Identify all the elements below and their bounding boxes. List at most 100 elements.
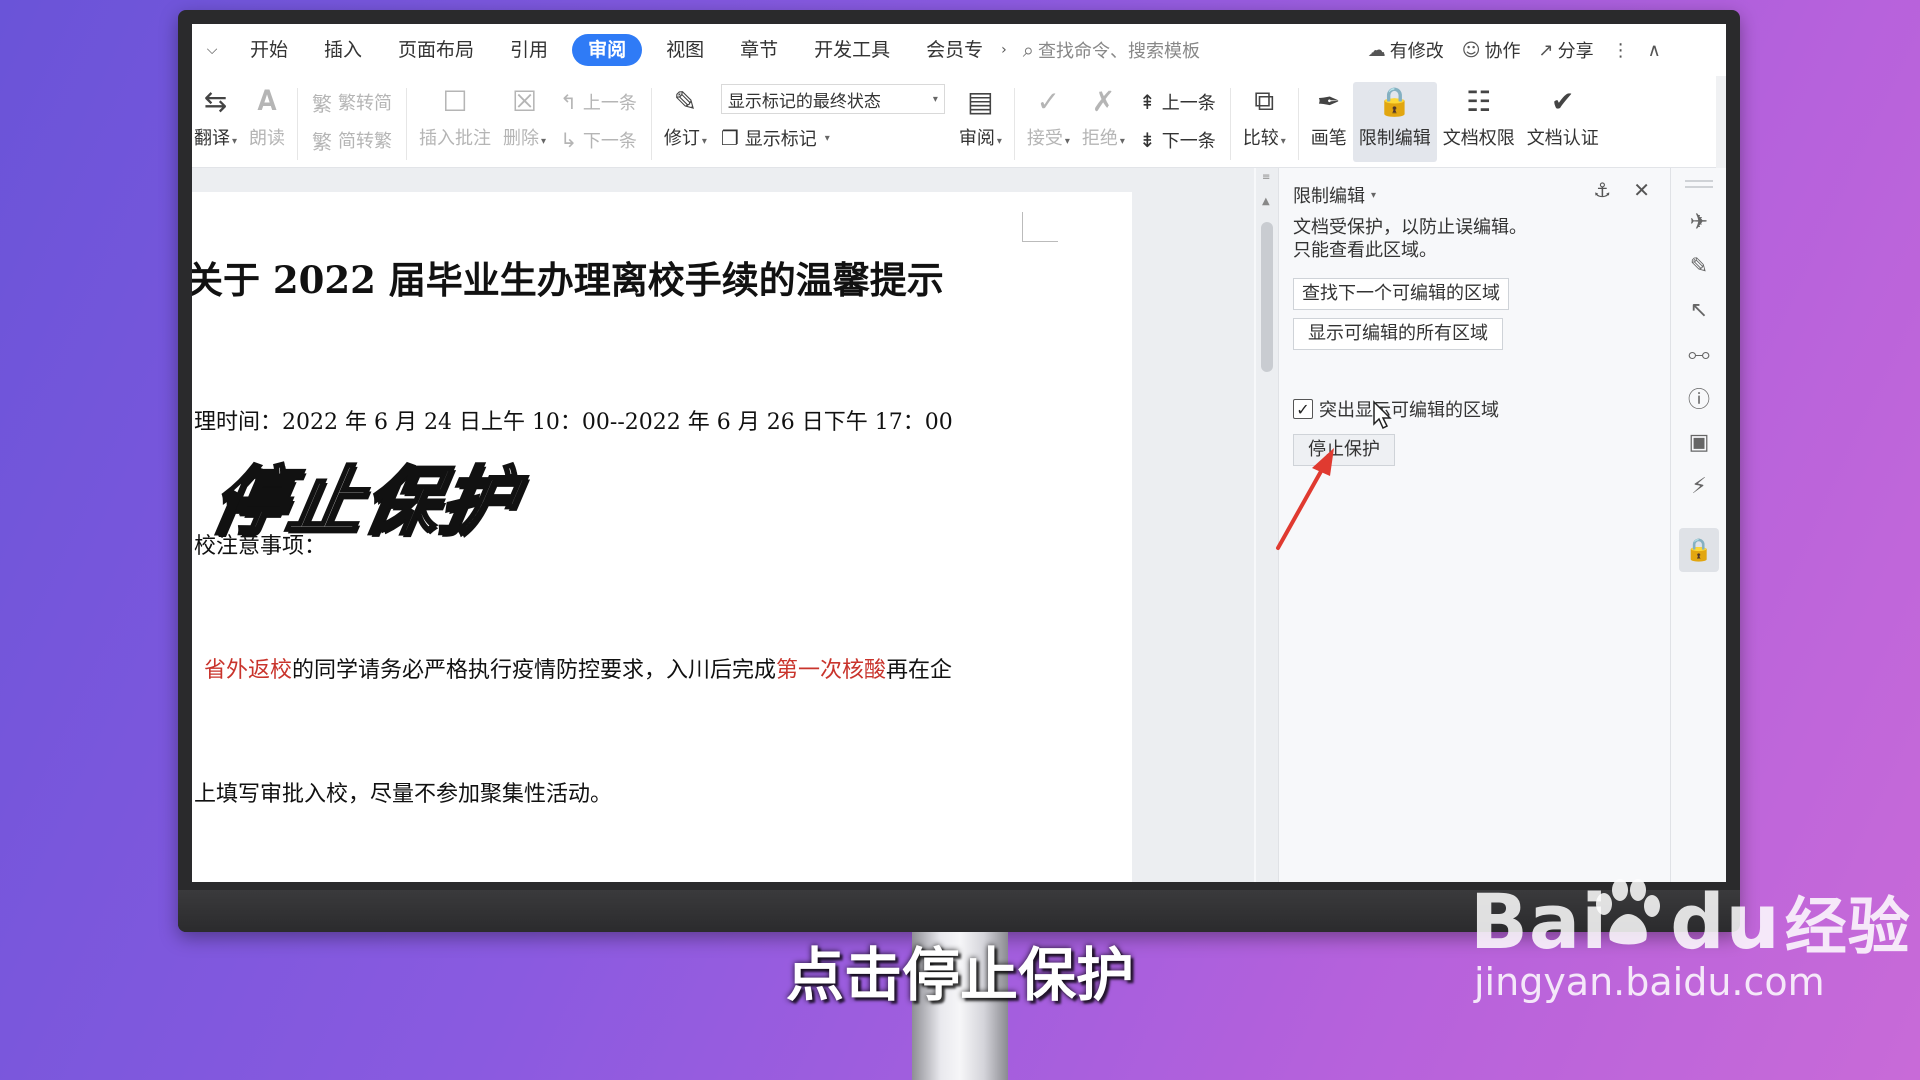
show-markup-button[interactable]: ❐ 显示标记 ▾ (721, 124, 945, 152)
menu-bar: ⌵ 开始 插入 页面布局 引用 审阅 视图 章节 开发工具 会员专 › ⌕ 查找… (192, 24, 1726, 76)
scroll-up-icon[interactable]: ▲ (1262, 196, 1270, 207)
prev-change-button[interactable]: ⇞ 上一条 (1139, 88, 1216, 116)
sliders-icon[interactable]: ⧟ (1685, 340, 1713, 368)
chevron-down-icon[interactable]: ⌵ (192, 42, 232, 58)
image-icon[interactable]: ▣ (1685, 428, 1713, 456)
watermark-du: du (1670, 877, 1781, 966)
markup-state-value: 显示标记的最终状态 (727, 91, 881, 112)
tab-member[interactable]: 会员专 (908, 34, 1001, 66)
read-aloud-button[interactable]: 𝐀 朗读 (243, 82, 291, 162)
comment-nav-group: ↰ 上一条 ↳ 下一条 (552, 82, 645, 154)
scroll-split-icon[interactable]: ≡ (1262, 172, 1270, 183)
highlight-text: 省外返校 (204, 658, 293, 683)
prev-comment-button[interactable]: ↰ 上一条 (560, 88, 637, 116)
next-comment-button[interactable]: ↳ 下一条 (560, 126, 637, 154)
divider (406, 88, 408, 160)
compare-button[interactable]: ⧉ 比较 ▾ (1237, 82, 1292, 162)
show-markup-label: 显示标记 (744, 129, 817, 150)
doc-permission-button[interactable]: ☷ 文档权限 (1437, 82, 1521, 162)
trad-to-simp-button[interactable]: 繁繁转简 (312, 88, 392, 116)
search-placeholder: 查找命令、搜索模板 (1037, 41, 1200, 62)
baidu-watermark: Bai du经验 jingyan.baidu.com (1470, 876, 1911, 1004)
pointer-icon[interactable]: ↖ (1685, 296, 1713, 324)
page-margin-marker (1022, 212, 1058, 242)
lightning-icon[interactable]: ⚡ (1685, 472, 1713, 500)
divider (1297, 88, 1299, 160)
panel-description: 文档受保护，以防止误编辑。 只能查看此区域。 (1293, 216, 1527, 262)
find-next-editable-button[interactable]: 查找下一个可编辑的区域 (1293, 278, 1509, 310)
tab-review[interactable]: 审阅 (572, 34, 643, 66)
revise-button[interactable]: ✎ 修订 ▾ (658, 82, 713, 162)
document-page[interactable]: 关于 2022 届毕业生办理离校手续的温馨提示 理时间：2022 年 6 月 2… (192, 192, 1132, 882)
watermark-bai: Bai (1470, 877, 1609, 966)
pen-button[interactable]: ✒ 画笔 (1305, 82, 1353, 162)
insert-comment-button[interactable]: ☐ 插入批注 (413, 82, 497, 162)
checkbox-checked-icon[interactable]: ✓ (1293, 399, 1313, 419)
highlight-editable-label: 突出显示可编辑的区域 (1319, 400, 1499, 421)
compare-icon: ⧉ (1254, 84, 1275, 117)
red-arrow-icon (1276, 448, 1334, 550)
help-icon[interactable]: ⓘ (1685, 384, 1713, 413)
panel-title-label: 限制编辑 (1293, 186, 1365, 207)
accept-button[interactable]: ✓ 接受 ▾ (1021, 82, 1076, 162)
tab-developer[interactable]: 开发工具 (796, 34, 908, 66)
divider (297, 88, 299, 160)
more-options-icon[interactable]: ⋮ (1612, 40, 1630, 61)
markup-state-select[interactable]: 显示标记的最终状态 ▾ (720, 84, 945, 114)
pen-label: 画笔 (1310, 128, 1347, 149)
watermark-logo-text: Bai du经验 (1470, 876, 1911, 966)
tab-view[interactable]: 视图 (648, 34, 722, 66)
close-icon[interactable]: ✕ (1633, 178, 1650, 202)
doc-permission-label: 文档权限 (1442, 128, 1515, 149)
tab-page-layout[interactable]: 页面布局 (380, 34, 492, 66)
watermark-cn: 经验 (1784, 890, 1911, 963)
revise-icon: ✎ (673, 84, 698, 118)
simp-to-trad-button[interactable]: 繁简转繁 (312, 126, 392, 154)
reject-button[interactable]: ✗ 拒绝 ▾ (1076, 82, 1131, 162)
panel-desc-line-2: 只能查看此区域。 (1293, 240, 1437, 261)
doc-auth-button[interactable]: ✔ 文档认证 (1521, 82, 1605, 162)
show-all-editable-button[interactable]: 显示可编辑的所有区域 (1293, 318, 1503, 350)
modified-button[interactable]: ☁ 有修改 (1368, 37, 1444, 63)
chevron-right-icon[interactable]: › (1001, 42, 1007, 58)
ribbon-toolbar: ⇆ 翻译 ▾ 𝐀 朗读 繁繁转简 繁简转繁 ☐ 插入批注 ☒ 删除 ▾ ↰ 上一条 ↳… (192, 76, 1726, 168)
revise-label: 修订 (663, 128, 700, 149)
markup-group: 显示标记的最终状态 ▾ ❐ 显示标记 ▾ (713, 82, 953, 152)
restrict-edit-button[interactable]: 🔒 限制编辑 (1352, 82, 1437, 162)
next-change-button[interactable]: ⇟ 下一条 (1139, 126, 1216, 154)
next-change-icon: ⇟ (1138, 128, 1156, 152)
tab-insert[interactable]: 插入 (306, 34, 380, 66)
search-icon: ⌕ (1022, 38, 1034, 62)
paragraph-2: 上填写审批入校，尽量不参加聚集性活动。 (194, 782, 613, 807)
pin-icon[interactable]: ⚓ (1593, 178, 1611, 202)
lock-icon[interactable]: 🔒 (1679, 528, 1719, 572)
tab-references[interactable]: 引用 (492, 34, 566, 66)
pen-icon[interactable]: ✎ (1685, 252, 1713, 280)
panel-title[interactable]: 限制编辑 ▾ (1293, 182, 1376, 208)
scroll-thumb[interactable] (1261, 222, 1273, 372)
highlight-editable-checkbox[interactable]: ✓ 突出显示可编辑的区域 (1293, 396, 1499, 422)
next-comment-icon: ↳ (560, 128, 577, 152)
collab-button[interactable]: ☺ 协作 (1462, 37, 1521, 63)
command-search[interactable]: ⌕ 查找命令、搜索模板 (1023, 37, 1368, 63)
share-button[interactable]: ↗ 分享 (1539, 37, 1594, 63)
divider (1229, 88, 1231, 160)
tab-chapter[interactable]: 章节 (722, 34, 796, 66)
reject-icon: ✗ (1091, 84, 1116, 118)
review-pane-button[interactable]: ▤ 审阅 ▾ (953, 82, 1008, 162)
rocket-icon[interactable]: ✈ (1685, 208, 1713, 236)
translate-button[interactable]: ⇆ 翻译 ▾ (192, 82, 243, 162)
collapse-ribbon-icon[interactable]: ∧ (1648, 40, 1661, 61)
ribbon-scrollbar[interactable] (1716, 76, 1726, 168)
reject-label: 拒绝 (1081, 128, 1118, 149)
tab-start[interactable]: 开始 (232, 34, 306, 66)
panel-desc-line-1: 文档受保护，以防止误编辑。 (1293, 217, 1527, 238)
delete-comment-button[interactable]: ☒ 删除 ▾ (497, 82, 552, 162)
share-label: 分享 (1557, 41, 1594, 62)
simp-to-trad-label: 简转繁 (338, 131, 393, 152)
paragraph-text: 再在企 (886, 658, 953, 683)
review-label: 审阅 (958, 128, 995, 149)
doc-auth-label: 文档认证 (1526, 128, 1599, 149)
strip-grip (1685, 180, 1713, 182)
trad-to-simp-label: 繁转简 (338, 93, 393, 114)
